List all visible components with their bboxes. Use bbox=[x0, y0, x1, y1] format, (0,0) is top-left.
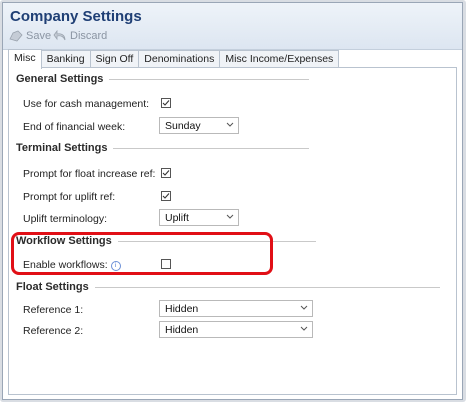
terminal-settings-title: Terminal Settings bbox=[16, 142, 108, 154]
float-ref-label: Prompt for float increase ref: bbox=[23, 168, 156, 180]
uplift-term-select[interactable]: Uplift bbox=[159, 209, 239, 226]
float-settings-title: Float Settings bbox=[16, 281, 89, 293]
tab-denominations[interactable]: Denominations bbox=[138, 50, 221, 68]
chevron-down-icon bbox=[226, 120, 234, 133]
terminal-settings-heading: Terminal Settings bbox=[16, 142, 310, 154]
discard-label: Discard bbox=[70, 30, 108, 42]
reference-1-value: Hidden bbox=[165, 303, 199, 315]
reference-2-value: Hidden bbox=[165, 324, 199, 336]
uplift-ref-label: Prompt for uplift ref: bbox=[23, 191, 116, 203]
uplift-ref-checkbox[interactable] bbox=[161, 191, 171, 201]
tab-sign-off[interactable]: Sign Off bbox=[89, 50, 140, 68]
reference-1-select[interactable]: Hidden bbox=[159, 300, 313, 317]
end-week-select[interactable]: Sunday bbox=[159, 117, 239, 134]
save-label: Save bbox=[26, 30, 52, 42]
general-settings-heading: General Settings bbox=[16, 73, 310, 85]
reference-2-select[interactable]: Hidden bbox=[159, 321, 313, 338]
uplift-term-label: Uplift terminology: bbox=[23, 213, 108, 225]
tab-bar: Misc Banking Sign Off Denominations Misc… bbox=[8, 49, 340, 69]
float-settings-heading: Float Settings bbox=[16, 281, 440, 293]
tab-banking[interactable]: Banking bbox=[40, 50, 91, 68]
chevron-down-icon bbox=[300, 324, 308, 337]
cash-management-label: Use for cash management: bbox=[23, 98, 150, 110]
section-divider bbox=[113, 147, 310, 149]
tab-misc-income-expenses[interactable]: Misc Income/Expenses bbox=[219, 50, 340, 68]
section-divider bbox=[94, 286, 440, 288]
save-icon bbox=[9, 30, 23, 42]
chevron-down-icon bbox=[226, 212, 234, 225]
chevron-down-icon bbox=[300, 303, 308, 316]
reference-1-label: Reference 1: bbox=[23, 304, 84, 316]
reference-2-label: Reference 2: bbox=[23, 325, 84, 337]
end-week-value: Sunday bbox=[165, 120, 201, 132]
highlight-annotation bbox=[11, 232, 273, 275]
tab-misc[interactable]: Misc bbox=[8, 49, 42, 69]
window-title: Company Settings bbox=[10, 8, 142, 25]
section-divider bbox=[109, 78, 310, 80]
general-settings-title: General Settings bbox=[16, 73, 104, 85]
end-week-label: End of financial week: bbox=[23, 121, 126, 133]
title-bar: Company Settings Save Discard bbox=[3, 3, 462, 50]
float-ref-checkbox[interactable] bbox=[161, 168, 171, 178]
settings-window: Company Settings Save Discard Misc Banki… bbox=[2, 2, 463, 400]
uplift-term-value: Uplift bbox=[165, 212, 189, 224]
cash-management-checkbox[interactable] bbox=[161, 98, 171, 108]
discard-icon bbox=[53, 30, 67, 42]
save-button[interactable]: Save bbox=[9, 30, 51, 42]
discard-button[interactable]: Discard bbox=[53, 30, 107, 42]
